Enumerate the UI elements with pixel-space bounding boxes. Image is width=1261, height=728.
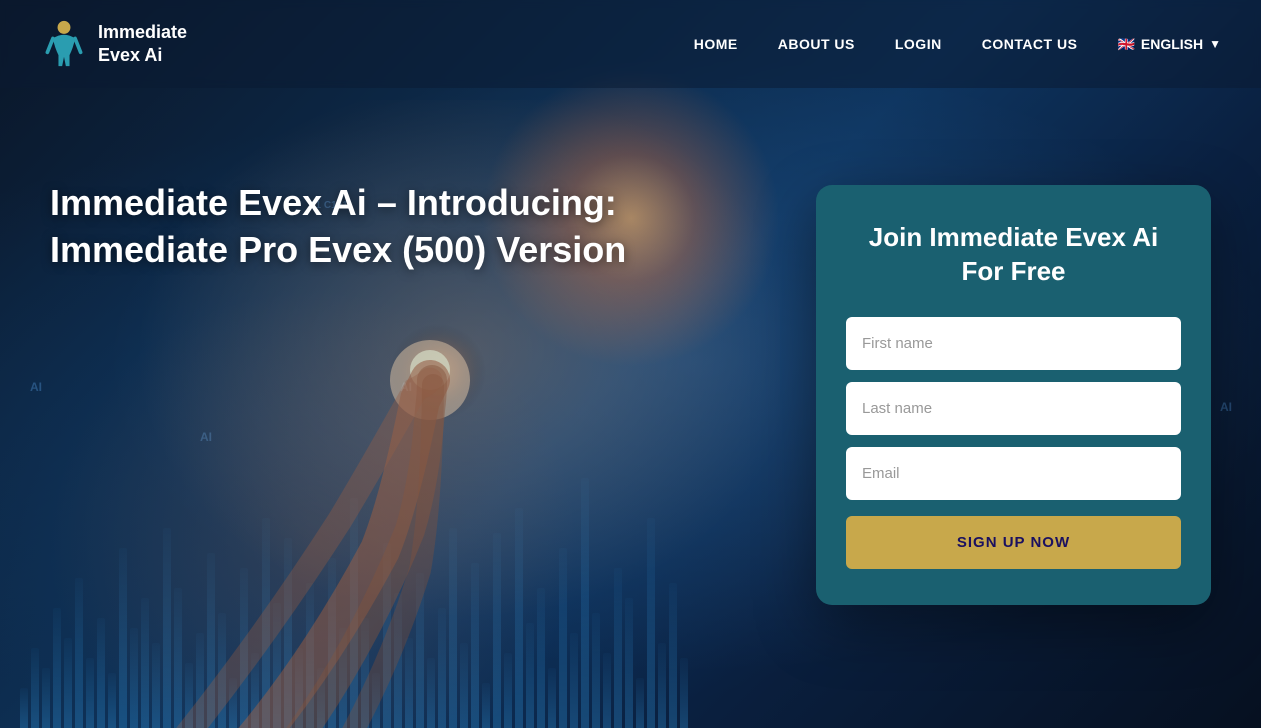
- nav-home[interactable]: HOME: [694, 36, 738, 52]
- flag-icon: 🇬🇧: [1117, 36, 1134, 53]
- hero-title: Immediate Evex Ai – Introducing: Immedia…: [50, 180, 700, 274]
- nav-links: HOME ABOUT US LOGIN CONTACT US 🇬🇧 ENGLIS…: [694, 36, 1221, 53]
- first-name-input[interactable]: [846, 317, 1181, 370]
- form-title: Join Immediate Evex Ai For Free: [846, 221, 1181, 289]
- signup-button[interactable]: SIGN UP NOW: [846, 516, 1181, 569]
- ai-label-4: AI: [1220, 400, 1232, 414]
- chevron-down-icon: ▼: [1209, 37, 1221, 51]
- email-input[interactable]: [846, 447, 1181, 500]
- registration-form-card: Join Immediate Evex Ai For Free SIGN UP …: [816, 185, 1211, 605]
- hero-section: Immediate Evex Ai – Introducing: Immedia…: [50, 180, 700, 274]
- nav-contact[interactable]: CONTACT US: [982, 36, 1078, 52]
- nav-login[interactable]: LOGIN: [895, 36, 942, 52]
- last-name-input[interactable]: [846, 382, 1181, 435]
- language-label: ENGLISH: [1141, 36, 1203, 52]
- language-selector[interactable]: 🇬🇧 ENGLISH ▼: [1117, 36, 1221, 53]
- logo-text: Immediate Evex Ai: [98, 21, 187, 68]
- logo[interactable]: Immediate Evex Ai: [40, 20, 187, 68]
- navbar: Immediate Evex Ai HOME ABOUT US LOGIN CO…: [0, 0, 1261, 88]
- logo-icon: [40, 20, 88, 68]
- nav-about[interactable]: ABOUT US: [778, 36, 855, 52]
